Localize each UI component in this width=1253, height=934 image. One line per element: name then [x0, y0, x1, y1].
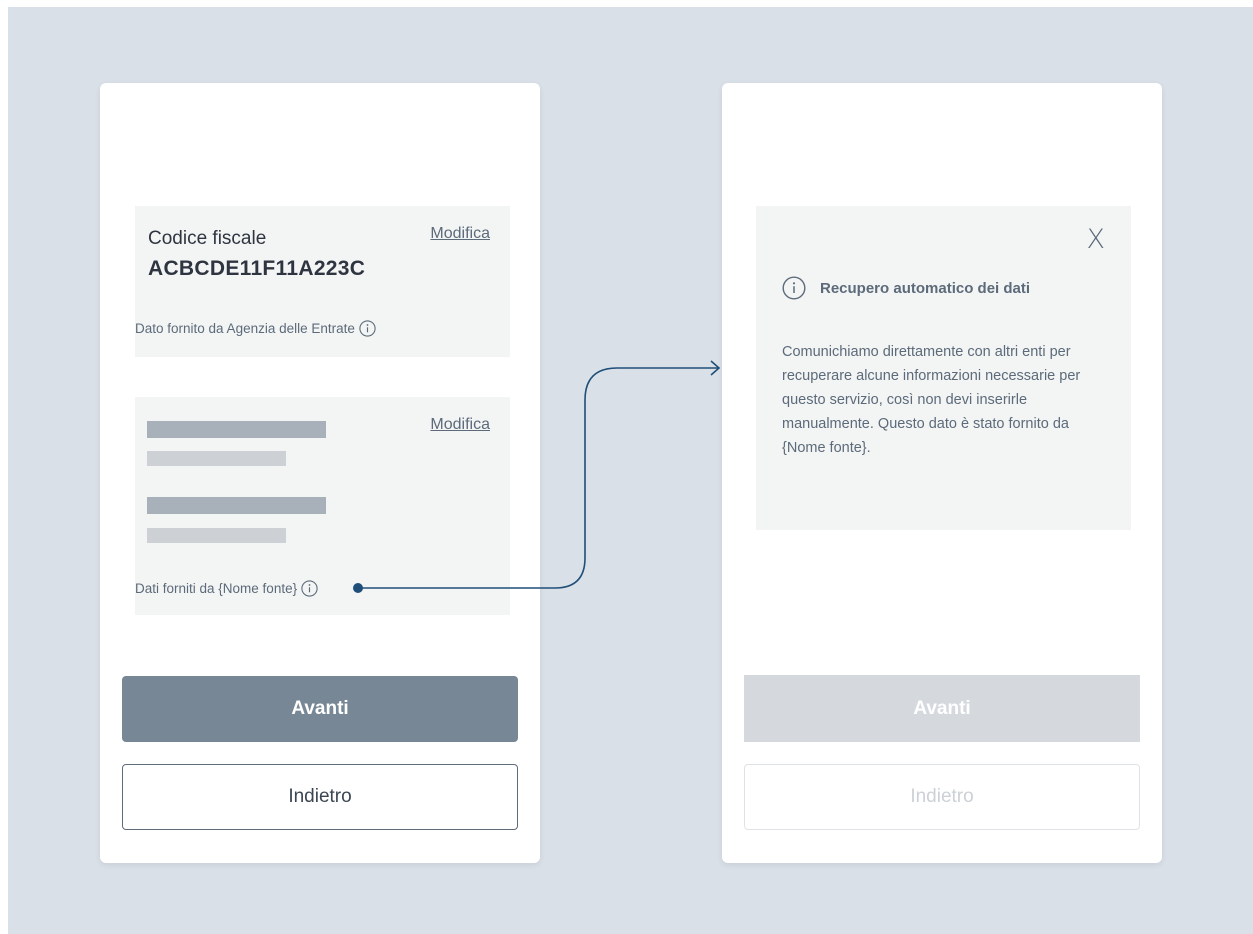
info-icon[interactable]: [301, 580, 318, 597]
fiscal-code-label: Codice fiscale: [148, 228, 267, 249]
placeholder-value-2: [147, 528, 286, 543]
next-button[interactable]: Avanti: [122, 676, 518, 742]
edit-fiscal-code-link[interactable]: Modifica: [430, 225, 490, 243]
edit-provided-data-link[interactable]: Modifica: [430, 416, 490, 434]
info-icon[interactable]: [359, 320, 376, 337]
modal-title-row: Recupero automatico dei dati: [782, 276, 1030, 300]
data-source-note: Dato fornito da Agenzia delle Entrate: [135, 320, 376, 337]
data-source-text: Dati forniti da {Nome fonte}: [135, 581, 298, 596]
close-icon[interactable]: X: [1087, 224, 1106, 255]
info-icon: [782, 276, 806, 300]
data-source-note: Dati forniti da {Nome fonte}: [135, 580, 318, 597]
data-source-text: Dato fornito da Agenzia delle Entrate: [135, 321, 355, 336]
placeholder-title-1: [147, 421, 326, 438]
info-modal: X Recupero automatico dei dati Comunichi…: [756, 206, 1131, 530]
fiscal-code-card: Codice fiscale ACBCDE11F11A223C Modifica…: [135, 206, 510, 357]
provided-data-card: Modifica Dati forniti da {Nome fonte}: [135, 397, 510, 615]
screen-info-modal: X Recupero automatico dei dati Comunichi…: [722, 83, 1162, 863]
next-button-disabled: Avanti: [744, 675, 1140, 742]
placeholder-value-1: [147, 451, 286, 466]
modal-title: Recupero automatico dei dati: [820, 279, 1031, 297]
modal-body-text: Comunichiamo direttamente con altri enti…: [782, 344, 1081, 456]
placeholder-title-2: [147, 497, 326, 514]
screen-data-review: Codice fiscale ACBCDE11F11A223C Modifica…: [100, 83, 540, 863]
back-button[interactable]: Indietro: [122, 764, 518, 830]
back-button-disabled: Indietro: [744, 764, 1140, 830]
fiscal-code-value: ACBCDE11F11A223C: [148, 257, 366, 280]
